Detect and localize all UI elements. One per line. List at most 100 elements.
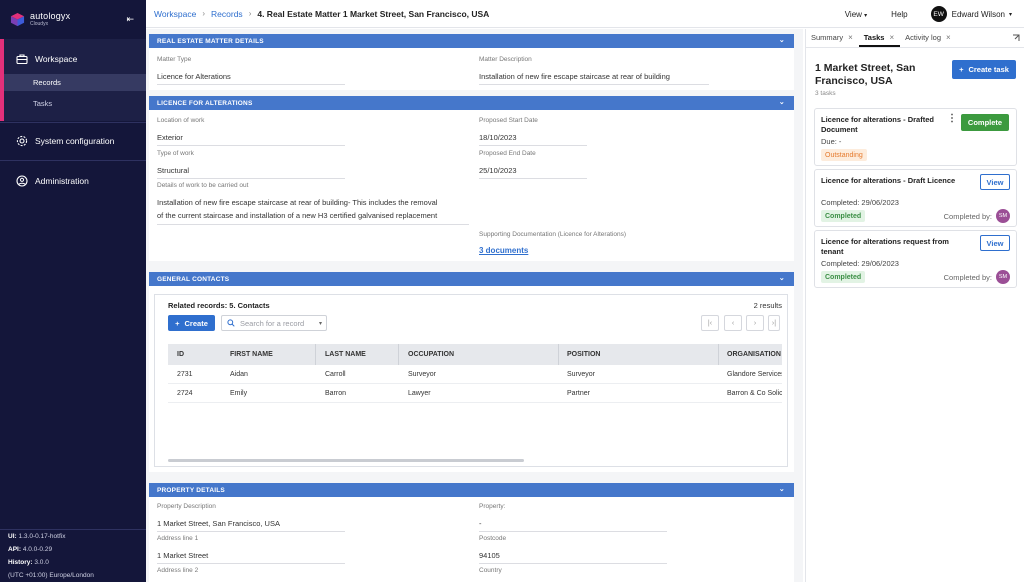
section-header[interactable]: REAL ESTATE MATTER DETAILS ⌄ — [149, 34, 794, 48]
task-card[interactable]: Licence for alterations request from ten… — [814, 230, 1017, 288]
field-property-description: Property Description 1 Market Street, Sa… — [157, 503, 345, 532]
collapse-sidebar-icon[interactable]: ⇤ — [126, 14, 134, 25]
completed-by: Completed by: SM — [944, 270, 1010, 284]
field-supporting-documentation: Supporting Documentation (Licence for Al… — [479, 231, 739, 255]
briefcase-icon — [16, 54, 28, 65]
status-badge: Outstanding — [821, 149, 867, 161]
field-proposed-end-date: Proposed End Date 25/10/2023 — [479, 150, 587, 179]
expand-panel-icon[interactable] — [1012, 34, 1020, 42]
field-matter-description: Matter Description Installation of new f… — [479, 56, 709, 85]
task-title: Licence for alterations request from ten… — [821, 237, 949, 256]
cube-logo-icon — [10, 12, 25, 26]
divider — [0, 160, 146, 161]
breadcrumb: Workspace › Records › 4. Real Estate Mat… — [154, 9, 489, 19]
tab-activity-log[interactable]: Activity log × — [900, 33, 957, 47]
chevron-down-icon[interactable]: ⌄ — [779, 36, 785, 44]
section-real-estate-matter: REAL ESTATE MATTER DETAILS ⌄ Matter Type… — [149, 34, 794, 90]
logo-name: autologyx — [30, 10, 71, 21]
breadcrumb-records[interactable]: Records — [211, 9, 243, 19]
close-icon[interactable]: × — [946, 33, 951, 42]
search-record-input[interactable]: Search for a record ▾ — [221, 315, 327, 331]
field-matter-type: Matter Type Licence for Alterations — [157, 56, 345, 85]
chevron-down-icon[interactable]: ⌄ — [779, 274, 785, 282]
chevron-down-icon: ▾ — [864, 12, 868, 19]
col-organisation[interactable]: ORGANISATION — [727, 345, 781, 364]
plus-icon: + — [175, 318, 180, 328]
view-task-button[interactable]: View — [980, 174, 1010, 190]
nav-system-configuration[interactable]: System configuration — [0, 134, 146, 148]
user-avatar[interactable]: EW — [930, 6, 947, 22]
field-property: Property: - — [479, 503, 667, 532]
logo-sub: Cloudyx — [30, 20, 49, 27]
col-first-name[interactable]: FIRST NAME — [230, 345, 273, 364]
col-position[interactable]: POSITION — [567, 345, 600, 364]
task-card[interactable]: Licence for alterations - Draft Licence … — [814, 169, 1017, 227]
section-header[interactable]: LICENCE FOR ALTERATIONS ⌄ — [149, 96, 794, 110]
chevron-down-icon[interactable]: ⌄ — [779, 485, 785, 493]
horizontal-scrollbar[interactable] — [168, 459, 524, 462]
chevron-down-icon[interactable]: ⌄ — [779, 98, 785, 106]
breadcrumb-current: 4. Real Estate Matter 1 Market Street, S… — [257, 8, 490, 19]
last-page-button[interactable]: ›| — [768, 315, 780, 331]
field-postcode: Postcode 94105 — [479, 535, 667, 564]
chevron-down-icon[interactable]: ▾ — [1009, 11, 1012, 18]
status-badge: Completed — [821, 210, 866, 222]
table-header: ID FIRST NAME LAST NAME OCCUPATION POSIT… — [168, 344, 782, 365]
sidebar: autologyx Cloudyx ⇤ Workspace Records Ta… — [0, 0, 146, 582]
section-header[interactable]: PROPERTY DETAILS ⌄ — [149, 483, 794, 497]
documents-link[interactable]: 3 documents — [479, 246, 739, 255]
complete-task-button[interactable]: Complete — [961, 114, 1009, 131]
col-id[interactable]: ID — [177, 345, 184, 364]
table-row[interactable]: 2731 Aidan Carroll Surveyor Surveyor Gla… — [168, 365, 782, 384]
prev-page-button[interactable]: ‹ — [724, 315, 742, 331]
section-header[interactable]: GENERAL CONTACTS ⌄ — [149, 272, 794, 286]
section-property-details: PROPERTY DETAILS ⌄ Property Description … — [149, 483, 794, 582]
chevron-right-icon: › — [248, 9, 252, 18]
first-page-button[interactable]: |‹ — [701, 315, 719, 331]
nav-workspace[interactable]: Workspace — [0, 51, 146, 67]
divider — [0, 122, 146, 123]
user-name[interactable]: Edward Wilson — [952, 10, 1005, 19]
nav-workspace-label: Workspace — [35, 54, 78, 64]
divider — [0, 529, 146, 530]
chevron-down-icon: ▾ — [318, 320, 322, 327]
field-address-line-1: Address line 1 1 Market Street — [157, 535, 345, 564]
version-history: History: 3.0.0 — [8, 559, 49, 566]
field-location-of-work: Location of work Exterior — [157, 117, 345, 146]
close-icon[interactable]: × — [848, 33, 853, 42]
task-card[interactable]: Licence for alterations - Drafted Docume… — [814, 108, 1017, 166]
logo: autologyx Cloudyx ⇤ — [0, 0, 146, 38]
nav-administration[interactable]: Administration — [0, 174, 146, 188]
create-task-button[interactable]: + Create task — [952, 60, 1016, 79]
view-menu[interactable]: View ▾ — [845, 10, 867, 19]
task-count: 3 tasks — [815, 90, 836, 97]
table-row[interactable]: 2724 Emily Barron Lawyer Partner Barron … — [168, 384, 782, 403]
avatar[interactable]: SM — [996, 270, 1010, 284]
create-record-button[interactable]: + Create — [168, 315, 215, 331]
col-occupation[interactable]: OCCUPATION — [408, 345, 454, 364]
close-icon[interactable]: × — [889, 33, 894, 42]
task-title: Licence for alterations - Draft Licence — [821, 176, 956, 185]
contacts-table: ID FIRST NAME LAST NAME OCCUPATION POSIT… — [168, 344, 782, 464]
section-licence-for-alterations: LICENCE FOR ALTERATIONS ⌄ Location of wo… — [149, 96, 794, 261]
search-icon — [227, 319, 235, 327]
nav-tasks[interactable]: Tasks — [4, 95, 146, 112]
help-link[interactable]: Help — [891, 10, 907, 19]
breadcrumb-workspace[interactable]: Workspace — [154, 9, 196, 19]
nav-administration-label: Administration — [35, 176, 89, 186]
chevron-right-icon: › — [202, 9, 206, 18]
avatar[interactable]: SM — [996, 209, 1010, 223]
tab-tasks[interactable]: Tasks × — [858, 33, 901, 47]
more-options-icon[interactable]: ⋮ — [947, 113, 957, 124]
col-last-name[interactable]: LAST NAME — [325, 345, 366, 364]
top-right-actions: View ▾ Help EW Edward Wilson ▾ — [845, 0, 1024, 28]
next-page-button[interactable]: › — [746, 315, 764, 331]
task-completed-date: Completed: 29/06/2023 — [821, 259, 899, 268]
task-due: Due: - — [821, 137, 842, 146]
nav-records[interactable]: Records — [4, 74, 146, 91]
tab-summary[interactable]: Summary × — [806, 33, 859, 47]
record-main: REAL ESTATE MATTER DETAILS ⌄ Matter Type… — [146, 29, 803, 582]
view-task-button[interactable]: View — [980, 235, 1010, 251]
completed-by: Completed by: SM — [944, 209, 1010, 223]
tasks-panel: Summary × Tasks × Activity log × 1 Market S… — [805, 29, 1024, 582]
